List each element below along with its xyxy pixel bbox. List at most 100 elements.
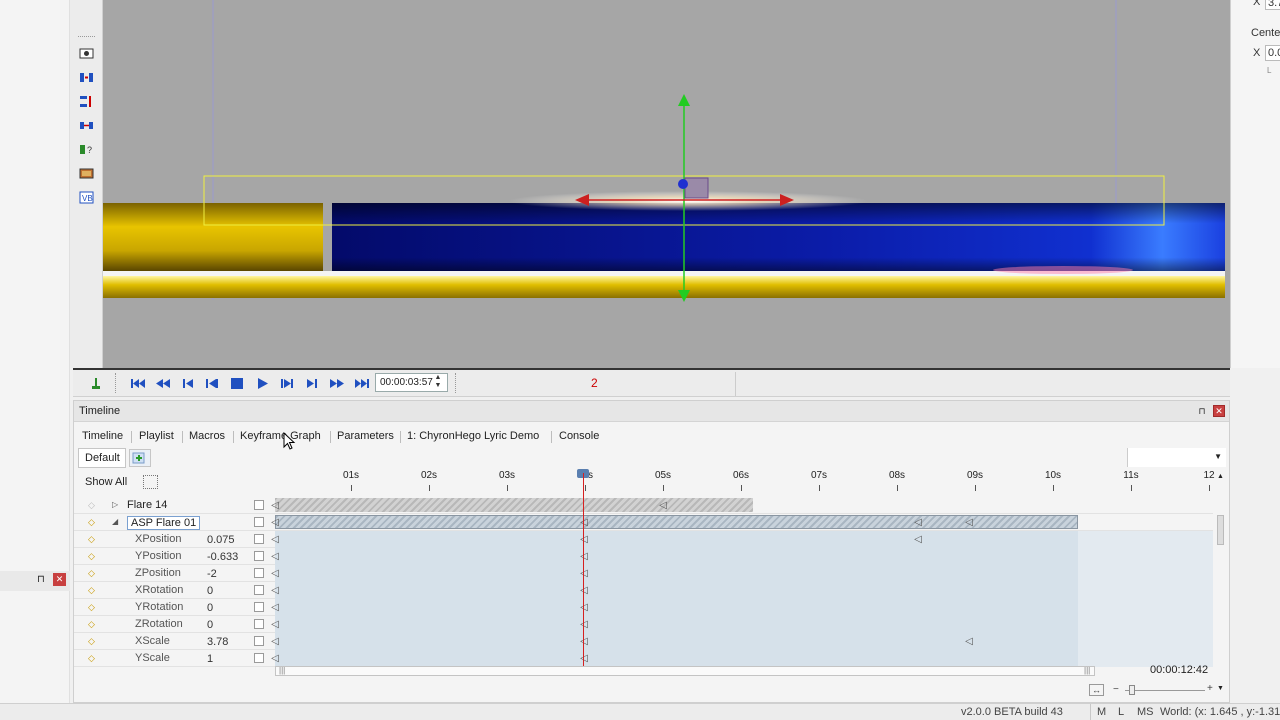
keyframe-toggle-icon[interactable]: ◇: [88, 551, 95, 562]
row-checkbox[interactable]: [254, 517, 264, 527]
row-checkbox[interactable]: [254, 653, 264, 663]
zoom-in-icon[interactable]: +: [1207, 683, 1213, 694]
timeline-track[interactable]: ◁ ◁: [271, 650, 1213, 667]
keyframe-toggle-icon[interactable]: ◇: [88, 585, 95, 596]
keyframe-marker-icon[interactable]: ◁: [271, 636, 279, 647]
property-value[interactable]: -0.633: [207, 551, 238, 563]
timeline-track[interactable]: ◁ ◁ ◁: [271, 633, 1213, 650]
stop-icon[interactable]: [228, 375, 246, 391]
keyframe-marker-icon[interactable]: ◁: [580, 517, 588, 528]
zoom-slider-thumb[interactable]: [1129, 685, 1135, 695]
property-value[interactable]: 0: [207, 602, 213, 614]
property-value[interactable]: -2: [207, 568, 217, 580]
timeline-row[interactable]: ◇ YRotation 0 ◁ ◁: [74, 599, 1213, 616]
keyframe-marker-icon[interactable]: ◁: [914, 517, 922, 528]
timeline-row[interactable]: ◇ XScale 3.78 ◁ ◁ ◁: [74, 633, 1213, 650]
pin-icon[interactable]: ⊓: [37, 574, 45, 585]
timeline-track[interactable]: ◁ ◁ ◁: [271, 531, 1213, 548]
keyframe-marker-icon[interactable]: ◁: [965, 636, 973, 647]
keyframe-marker-icon[interactable]: ◁: [580, 636, 588, 647]
tab-console[interactable]: Console: [554, 428, 604, 444]
keyframe-marker-icon[interactable]: ◁: [271, 551, 279, 562]
tab-keyframe-graph[interactable]: Keyframe Graph: [235, 428, 326, 444]
keyframe-toggle-icon[interactable]: ◇: [88, 653, 95, 664]
row-checkbox[interactable]: [254, 568, 264, 578]
keyframe-marker-icon[interactable]: ◁: [271, 568, 279, 579]
property-value[interactable]: 1: [207, 653, 213, 665]
timeline-row[interactable]: ◇ ZRotation 0 ◁ ◁: [74, 616, 1213, 633]
filter-icon[interactable]: [143, 475, 158, 489]
timeline-row[interactable]: ◇ ◢ ASP Flare 01 ◁ ◁ ◁ ◁: [74, 514, 1213, 531]
timeline-row[interactable]: ◇ XPosition 0.075 ◁ ◁ ◁: [74, 531, 1213, 548]
pin-icon[interactable]: ⊓: [1196, 405, 1208, 417]
timeline-track[interactable]: ◁ ◁: [271, 616, 1213, 633]
snap-help-icon[interactable]: ?: [78, 142, 95, 157]
keyframe-marker-icon[interactable]: ◁: [271, 517, 279, 528]
property-value[interactable]: 0.075: [207, 534, 235, 546]
tab-playlist[interactable]: Playlist: [134, 428, 179, 444]
script-icon[interactable]: VB: [78, 190, 95, 205]
camera-icon[interactable]: [78, 46, 95, 61]
timecode-spinner[interactable]: ▲ ▼: [431, 374, 445, 390]
row-checkbox[interactable]: [254, 602, 264, 612]
play-icon[interactable]: [253, 375, 271, 391]
timeline-track[interactable]: ◁ ◁: [271, 582, 1213, 599]
timeline-row[interactable]: ◇ XRotation 0 ◁ ◁: [74, 582, 1213, 599]
x-value-top[interactable]: 3.7: [1265, 0, 1280, 10]
keyframe-marker-icon[interactable]: ◁: [271, 585, 279, 596]
tab-parameters[interactable]: Parameters: [332, 428, 399, 444]
keyframe-toggle-icon[interactable]: ◇: [88, 517, 95, 528]
timeline-row[interactable]: ◇ ZPosition -2 ◁ ◁: [74, 565, 1213, 582]
timeline-track[interactable]: ◁ ◁: [271, 548, 1213, 565]
row-checkbox[interactable]: [254, 585, 264, 595]
row-checkbox[interactable]: [254, 551, 264, 561]
step-forward-icon[interactable]: [278, 375, 296, 391]
tab-lyric-demo[interactable]: 1: ChyronHego Lyric Demo: [402, 428, 544, 444]
spin-down-icon[interactable]: ▼: [431, 382, 445, 390]
tab-timeline[interactable]: Timeline: [77, 428, 128, 444]
keyframe-marker-icon[interactable]: ◁: [580, 568, 588, 579]
default-layer-tab[interactable]: Default: [78, 448, 126, 468]
next-keyframe-icon[interactable]: [303, 375, 321, 391]
keyframe-toggle-icon[interactable]: ◇: [88, 619, 95, 630]
align-vertical-icon[interactable]: [78, 94, 95, 109]
timeline-track[interactable]: ◁ ◁ ◁ ◁: [271, 514, 1213, 531]
keyframe-marker-icon[interactable]: ◁: [580, 585, 588, 596]
layer-name[interactable]: Flare 14: [127, 499, 167, 511]
zoom-out-icon[interactable]: −: [1113, 684, 1119, 695]
expand-icon[interactable]: ▷: [112, 500, 118, 509]
scene-viewport[interactable]: [103, 0, 1230, 368]
spin-up-icon[interactable]: ▲: [431, 374, 445, 382]
collapse-icon[interactable]: ◢: [112, 517, 118, 526]
keyframe-toggle-icon[interactable]: ◇: [88, 568, 95, 579]
go-to-end-icon[interactable]: [353, 375, 371, 391]
keyframe-marker-icon[interactable]: ◁: [580, 602, 588, 613]
previous-keyframe-icon[interactable]: [179, 375, 197, 391]
timeline-row[interactable]: ◇ YPosition -0.633 ◁ ◁: [74, 548, 1213, 565]
close-icon[interactable]: ✕: [53, 573, 66, 586]
keyframe-toggle-icon[interactable]: ◇: [88, 500, 95, 511]
chevron-down-icon[interactable]: ▼: [1214, 452, 1222, 461]
keyframe-marker-icon[interactable]: ◁: [914, 534, 922, 545]
horizontal-scrollbar[interactable]: ||| |||: [275, 666, 1095, 676]
image-icon[interactable]: [78, 166, 95, 181]
scroll-up-icon[interactable]: ▲: [1217, 473, 1224, 480]
keyframe-marker-icon[interactable]: ◁: [271, 500, 279, 511]
keyframe-toggle-icon[interactable]: ◇: [88, 602, 95, 613]
timeline-row[interactable]: ◇ ▷ Flare 14 ◁ ◁: [74, 497, 1213, 514]
close-icon[interactable]: ✕: [1213, 405, 1225, 417]
tab-macros[interactable]: Macros: [184, 428, 230, 444]
step-back-icon[interactable]: [203, 375, 221, 391]
keyframe-marker-icon[interactable]: ◁: [271, 534, 279, 545]
timeline-filter-dropdown[interactable]: ▼: [1127, 448, 1226, 467]
vertical-scrollbar[interactable]: ▲ ▼: [1215, 471, 1227, 692]
row-checkbox[interactable]: [254, 500, 264, 510]
keyframe-marker-icon[interactable]: ◁: [965, 517, 973, 528]
keyframe-marker-icon[interactable]: ◁: [659, 500, 667, 511]
property-value[interactable]: 3.78: [207, 636, 228, 648]
go-to-start-icon[interactable]: [129, 375, 147, 391]
time-ruler[interactable]: 01s02s03s04s05s06s07s08s09s10s11s12: [275, 466, 1215, 494]
layer-name[interactable]: ASP Flare 01: [127, 516, 201, 530]
keyframe-marker-icon[interactable]: ◁: [580, 534, 588, 545]
row-checkbox[interactable]: [254, 619, 264, 629]
